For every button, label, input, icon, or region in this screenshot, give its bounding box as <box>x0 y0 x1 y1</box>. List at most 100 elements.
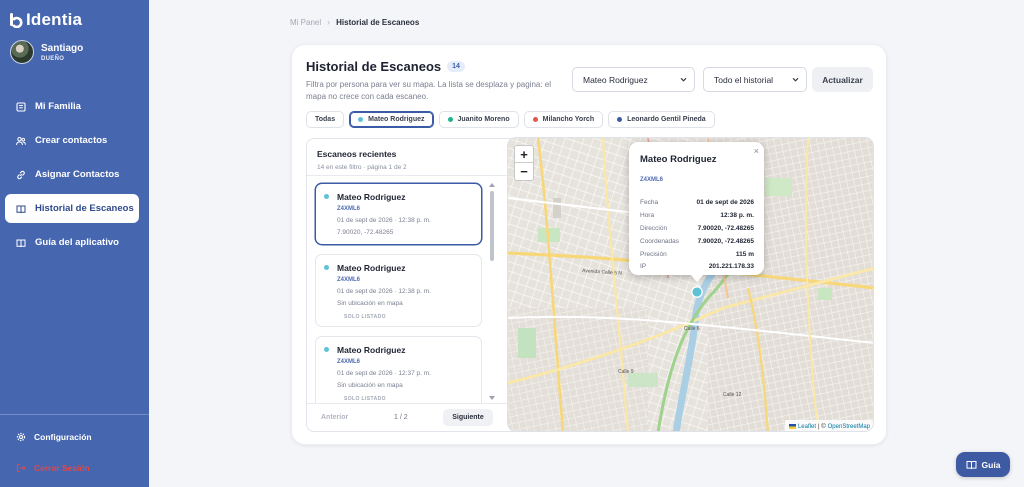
color-dot-icon <box>358 117 364 122</box>
flag-icon <box>788 424 796 429</box>
sidebar-nav: Mi Familia Crear contactos Asignar Conta… <box>0 92 149 262</box>
logout-link[interactable]: Cerrar Sesión <box>16 463 90 473</box>
scan-code: Z4XML6 <box>337 277 361 283</box>
link-icon <box>17 170 25 179</box>
sidebar-item-label: Crear contactos <box>35 135 108 146</box>
chip-milancho-yorch[interactable]: Milancho Yorch <box>523 111 604 128</box>
list-title: Escaneos recientes <box>317 149 397 159</box>
settings-label: Configuración <box>34 432 92 442</box>
chevron-down-icon <box>680 77 687 82</box>
scroll-thumb[interactable] <box>490 191 494 261</box>
chip-todas[interactable]: Todas <box>306 111 345 128</box>
range-select[interactable]: Todo el historial <box>703 67 807 92</box>
popup-code: Z4XML6 <box>640 177 664 183</box>
scan-date: 01 de sept de 2026 · 12:38 p. m. <box>337 288 431 295</box>
scan-list-item[interactable]: Mateo Rodriguez Z4XML6 01 de sept de 202… <box>315 254 482 327</box>
scroll-down-icon[interactable] <box>489 396 495 400</box>
page-indicator: 1 / 2 <box>394 414 408 421</box>
popup-key: Fecha <box>640 199 659 206</box>
zoom-in-button[interactable]: + <box>515 146 533 163</box>
sidebar-item-guia[interactable]: Guía del aplicativo <box>5 228 139 257</box>
book-open-icon <box>966 460 977 469</box>
popup-row-precision: Precisión 115 m <box>640 251 754 258</box>
popup-row-hora: Hora 12:38 p. m. <box>640 212 754 219</box>
sidebar-item-mi-familia[interactable]: Mi Familia <box>5 92 139 121</box>
scan-code: Z4XML6 <box>337 206 361 212</box>
page-title-text: Historial de Escaneos <box>306 59 442 74</box>
chip-juanito-moreno[interactable]: Juanito Moreno <box>438 111 519 128</box>
page-description: Filtra por persona para ver su mapa. La … <box>306 80 552 101</box>
range-select-value: Todo el historial <box>714 74 774 85</box>
scan-location-status: Sin ubicación en mapa <box>337 300 403 307</box>
scan-map[interactable]: Avenida Calle 5 N Calle 6 Calle 9 Calle … <box>507 137 874 432</box>
scan-list-item[interactable]: Mateo Rodriguez Z4XML6 01 de sept de 202… <box>315 336 482 404</box>
divider <box>307 403 524 404</box>
next-page-button[interactable]: Siguiente <box>443 409 493 426</box>
sidebar: Identia Santiago DUEÑO Mi Familia Crear … <box>0 0 149 487</box>
list-only-tag: SOLO LISTADO <box>344 314 386 320</box>
chip-leonardo-gentil-pineda[interactable]: Leonardo Gentil Pineda <box>608 111 715 128</box>
app-logo[interactable]: Identia <box>9 10 82 30</box>
chip-label: Juanito Moreno <box>457 116 510 123</box>
osm-link[interactable]: OpenStreetMap <box>828 424 870 430</box>
person-select-value: Mateo Rodriguez <box>583 74 648 85</box>
app-name: Identia <box>26 10 83 29</box>
map-attribution: Leaflet | © OpenStreetMap <box>784 420 873 431</box>
chevron-right-icon: › <box>327 17 331 27</box>
popup-value: 01 de sept de 2026 <box>696 199 754 206</box>
color-dot-icon <box>532 117 538 122</box>
breadcrumb-home[interactable]: Mi Panel <box>290 18 321 27</box>
scan-name: Mateo Rodriguez <box>337 263 406 273</box>
scan-popup: × Mateo Rodriguez Z4XML6 Fecha 01 de sep… <box>629 142 764 275</box>
person-select[interactable]: Mateo Rodriguez <box>572 67 695 92</box>
scan-history-card: Historial de Escaneos 14 Filtra por pers… <box>291 44 887 445</box>
zoom-out-button[interactable]: − <box>515 163 533 180</box>
street-label: Calle 9 <box>618 369 634 375</box>
users-icon <box>16 136 26 145</box>
popup-tip <box>690 274 704 282</box>
scan-name: Mateo Rodriguez <box>337 345 406 355</box>
color-dot-icon <box>324 194 329 199</box>
scan-location-status: Sin ubicación en mapa <box>337 382 403 389</box>
book-icon <box>16 205 26 213</box>
sidebar-item-label: Guía del aplicativo <box>35 237 119 248</box>
count-badge: 14 <box>447 61 465 72</box>
color-dot-icon <box>447 117 453 122</box>
color-dot-icon <box>324 347 329 352</box>
scan-list-item[interactable]: Mateo Rodriguez Z4XML6 01 de sept de 202… <box>315 183 482 245</box>
user-profile[interactable]: Santiago DUEÑO <box>10 40 83 64</box>
guide-button[interactable]: Guía <box>956 452 1010 477</box>
popup-key: Hora <box>640 212 655 219</box>
avatar <box>10 40 34 64</box>
scan-name: Mateo Rodriguez <box>337 192 406 202</box>
sidebar-item-asignar-contactos[interactable]: Asignar Contactos <box>5 160 139 189</box>
popup-value: 7.90020, -72.48265 <box>697 225 754 232</box>
sidebar-item-crear-contactos[interactable]: Crear contactos <box>5 126 139 155</box>
scan-coordinates: 7.90020, -72.48265 <box>337 229 394 236</box>
popup-value: 201.221.178.33 <box>708 263 754 270</box>
list-header: Escaneos recientes 14 en este filtro · p… <box>317 149 407 171</box>
previous-page-button[interactable]: Anterior <box>321 414 348 421</box>
chip-label: Todas <box>315 116 336 123</box>
chip-label: Milancho Yorch <box>542 116 595 123</box>
popup-key: Dirección <box>640 225 668 232</box>
sidebar-item-label: Asignar Contactos <box>35 169 120 180</box>
color-dot-icon <box>324 265 329 270</box>
scan-date: 01 de sept de 2026 · 12:38 p. m. <box>337 217 431 224</box>
identia-logo-icon <box>10 13 23 28</box>
leaflet-link[interactable]: Leaflet <box>798 424 816 430</box>
list-scrollbar[interactable] <box>489 183 495 400</box>
popup-row-fecha: Fecha 01 de sept de 2026 <box>640 199 754 206</box>
gear-icon <box>16 432 26 442</box>
close-icon[interactable]: × <box>754 146 759 156</box>
popup-key: Precisión <box>640 251 667 258</box>
scroll-up-icon[interactable] <box>489 183 495 187</box>
chevron-down-icon <box>792 77 799 82</box>
settings-link[interactable]: Configuración <box>16 432 92 442</box>
sidebar-item-historial-escaneos[interactable]: Historial de Escaneos <box>5 194 139 223</box>
update-button[interactable]: Actualizar <box>812 67 873 92</box>
sidebar-item-label: Mi Familia <box>35 101 81 112</box>
chip-mateo-rodriguez[interactable]: Mateo Rodriguez <box>349 111 434 128</box>
logout-label: Cerrar Sesión <box>34 463 90 473</box>
scan-date: 01 de sept de 2026 · 12:37 p. m. <box>337 370 431 377</box>
